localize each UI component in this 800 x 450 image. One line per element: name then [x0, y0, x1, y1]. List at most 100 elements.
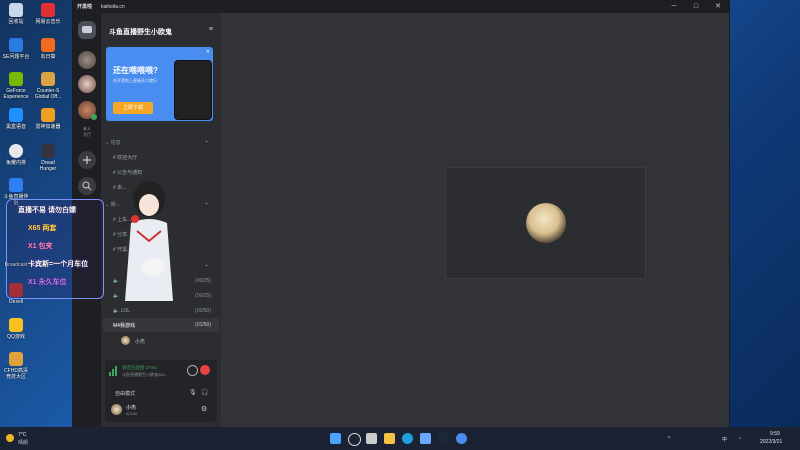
geforce-icon	[9, 72, 23, 86]
chat-bubble-icon	[82, 26, 92, 33]
cfhd-icon	[9, 352, 23, 366]
qq-game-icon	[9, 318, 23, 332]
desktop-icon-leishen[interactable]: 雷神加速器	[34, 108, 62, 130]
maximize-button[interactable]: □	[685, 1, 707, 13]
banner-title: 还在喂喂喂?	[113, 66, 158, 75]
microphone-icon[interactable]: 🎙	[189, 389, 197, 396]
signal-icon	[109, 366, 117, 376]
se-platform-icon	[9, 38, 23, 52]
user-id: #2290	[126, 411, 138, 416]
desktop-icon-se-platform[interactable]: SE问题平台	[2, 38, 30, 60]
dread-hunger-icon	[41, 144, 55, 158]
voice-mode[interactable]: 自由模式	[115, 390, 135, 397]
kaiheila-taskbar-icon[interactable]	[456, 433, 467, 444]
desktop-icon-netease-music[interactable]: 网易云音乐	[34, 3, 62, 25]
search-icon[interactable]	[348, 433, 361, 446]
voice-status-panel: 语音已连接 27ms 斗鱼直播野生小欧鬼/M4... 自由模式 🎙 🎧 小杰 #…	[105, 360, 217, 422]
noise-suppression-button[interactable]	[187, 365, 198, 376]
csgo-icon	[41, 72, 55, 86]
guild-menu-icon[interactable]: ≡	[209, 26, 213, 33]
download-button[interactable]: 立即下载	[113, 102, 153, 114]
server-avatar-2[interactable]	[78, 75, 96, 93]
leishen-icon	[41, 108, 55, 122]
headphones-icon[interactable]: 🎧	[201, 389, 208, 396]
tuyao-icon	[9, 144, 23, 158]
disconnect-button[interactable]	[200, 365, 210, 375]
desktop-icon-dread-hunger[interactable]: Dread Hunger	[34, 144, 62, 172]
online-dot	[91, 114, 97, 120]
voice-user-tile[interactable]	[445, 167, 646, 279]
network-icon[interactable]: ◔	[738, 436, 741, 442]
voice-count-lol: (00/50)	[195, 308, 211, 314]
channel-welcome[interactable]: # 欢迎大厅	[113, 154, 137, 161]
speaker-avatar	[526, 203, 566, 243]
store-icon[interactable]	[420, 433, 431, 444]
voice-location: 斗鱼直播野生小欧鬼/M4...	[122, 372, 169, 377]
home-button[interactable]	[78, 21, 96, 39]
plus-icon	[83, 156, 91, 164]
sunflower-icon	[41, 38, 55, 52]
netease-music-icon	[41, 3, 55, 17]
task-view-icon[interactable]	[366, 433, 377, 444]
title-bar: 开黑啦 kaiheila.cn ─ □ ✕	[73, 1, 729, 13]
guild-name: 斗鱼直播野生小欧鬼	[109, 29, 172, 36]
server-avatar-1[interactable]	[78, 51, 96, 69]
add-channel-icon-2[interactable]: +	[205, 201, 208, 207]
user-avatar[interactable]	[111, 404, 122, 415]
add-server-button[interactable]	[78, 151, 96, 169]
anime-character-illustration	[125, 181, 173, 301]
recycle-bin-icon	[9, 3, 23, 17]
member-name[interactable]: 小杰	[135, 338, 145, 345]
desktop-icon-tuyao[interactable]: 兔耀内排	[2, 144, 30, 166]
tray-chevron-icon[interactable]: ^	[668, 436, 670, 442]
weather-temp[interactable]: 7°C	[18, 432, 26, 438]
start-windows-icon[interactable]	[330, 433, 341, 444]
desktop-icon-sunlogin[interactable]: 向日葵	[34, 38, 62, 60]
edge-icon[interactable]	[402, 433, 413, 444]
main-content	[221, 13, 729, 428]
minimize-button[interactable]: ─	[663, 1, 685, 13]
category-info[interactable]: ⌄ 信息	[105, 139, 121, 146]
search-icon	[82, 181, 92, 191]
overlay-line-2: X65 两套	[28, 225, 57, 232]
add-channel-icon[interactable]: +	[205, 139, 208, 145]
voice-count-1: (00/25)	[195, 278, 211, 284]
voice-count-2: (00/25)	[195, 293, 211, 299]
overlay-line-4: 卡宾斯=一个月车位	[28, 261, 89, 268]
banner-close-icon[interactable]: ✕	[206, 49, 210, 55]
voice-channel-active[interactable]: M4我游戏 (01/50)	[103, 318, 219, 332]
overlay-line-3: X1 包夹	[28, 243, 53, 250]
ime-indicator[interactable]: 中	[722, 436, 727, 443]
server-avatar-3[interactable]	[78, 101, 97, 120]
member-avatar	[121, 336, 130, 345]
app-url: kaiheila.cn	[101, 4, 125, 10]
overlay-line-5: X1 永久车位	[28, 279, 67, 286]
steam-icon[interactable]	[438, 433, 449, 444]
banner-subtitle: 在开黑啦上直接开口就行	[113, 78, 157, 83]
voice-channel-lol[interactable]: 🔈 LOL	[113, 308, 130, 314]
user-name: 小杰	[126, 405, 137, 411]
weather-sun-icon[interactable]	[6, 434, 14, 442]
desktop-icon-qq-game[interactable]: QQ游戏	[2, 318, 30, 340]
app-title: 开黑啦	[77, 4, 93, 10]
weather-text[interactable]: 晴朗	[18, 439, 28, 446]
add-channel-icon-3[interactable]: +	[205, 263, 208, 269]
channel-announcements[interactable]: # 公告与通知	[113, 169, 142, 176]
lobby-label: 未入 大厅	[83, 126, 91, 137]
heybox-icon	[9, 108, 23, 122]
douyu-icon	[9, 178, 23, 192]
clock-time[interactable]: 9:59	[770, 431, 780, 437]
desktop-icon-recycle-bin[interactable]: 回收站	[2, 3, 30, 25]
desktop-icon-csgo[interactable]: Counter-S Global Off...	[34, 72, 62, 100]
clock-date[interactable]: 2022/3/21	[760, 439, 782, 445]
desktop-icon-cfhd[interactable]: CFHD高清竞技大区	[2, 352, 30, 380]
close-button[interactable]: ✕	[707, 1, 729, 13]
phone-illustration	[174, 60, 212, 120]
discover-button[interactable]	[78, 177, 96, 195]
taskbar: 7°C 晴朗 ^ 中 ◔ 9:59 2022/3/21	[0, 427, 800, 450]
desktop-icon-heybox[interactable]: 黑盒语音	[2, 108, 30, 130]
file-explorer-icon[interactable]	[384, 433, 395, 444]
download-banner: 还在喂喂喂? 在开黑啦上直接开口就行 立即下载 ✕	[106, 47, 213, 121]
settings-gear-icon[interactable]: ⚙	[201, 405, 207, 413]
desktop-icon-geforce[interactable]: GeForce Experience	[2, 72, 30, 100]
